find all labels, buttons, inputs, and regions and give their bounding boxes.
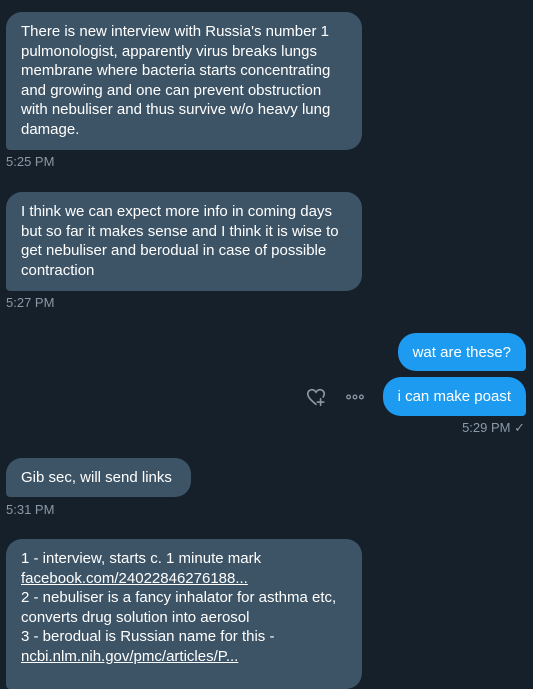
- message-text: There is new interview with Russia's num…: [21, 23, 331, 138]
- outgoing-message-bubble[interactable]: i can make poast: [382, 377, 526, 416]
- heart-plus-icon[interactable]: [304, 385, 328, 409]
- message-link[interactable]: ncbi.nlm.nih.gov/pmc/articles/P...: [21, 647, 347, 667]
- message-timestamp: 5:31 PM: [6, 502, 55, 517]
- message-bubble[interactable]: Gib sec, will send links: [6, 458, 191, 497]
- outgoing-message-bubble[interactable]: wat are these?: [397, 333, 526, 371]
- message-timestamp: 5:29 PM ✓: [462, 420, 525, 435]
- message-text: wat are these?: [412, 344, 511, 361]
- message-link[interactable]: facebook.com/24022846276188...: [21, 569, 347, 589]
- message-line: 1 - interview, starts c. 1 minute mark: [21, 550, 262, 567]
- message-line: 2 - nebuliser is a fancy inhalator for a…: [21, 589, 337, 626]
- message-timestamp: 5:25 PM: [6, 154, 55, 169]
- message-bubble[interactable]: 1 - interview, starts c. 1 minute mark f…: [6, 539, 362, 689]
- message-bubble[interactable]: There is new interview with Russia's num…: [6, 12, 362, 150]
- more-horizontal-icon[interactable]: [343, 385, 367, 409]
- message-bubble[interactable]: I think we can expect more info in comin…: [6, 192, 362, 291]
- message-text: Gib sec, will send links: [21, 469, 172, 486]
- message-timestamp: 5:27 PM: [6, 295, 55, 310]
- message-text: I think we can expect more info in comin…: [21, 203, 339, 279]
- message-line: 3 - berodual is Russian name for this -: [21, 628, 275, 645]
- message-text: i can make poast: [397, 388, 511, 405]
